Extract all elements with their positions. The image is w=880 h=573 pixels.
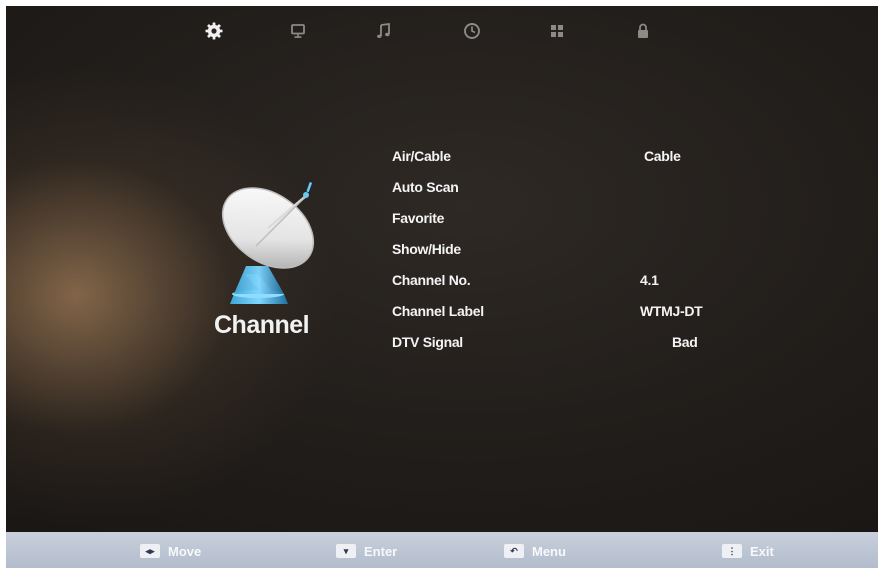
category-title: Channel <box>214 311 310 339</box>
hint-menu: ↶ Menu <box>504 542 566 560</box>
hint-menu-label: Menu <box>532 543 566 559</box>
menu-item-dtv-signal[interactable]: DTV Signal Bad <box>392 334 812 365</box>
monitor-icon <box>291 24 305 38</box>
clock-icon <box>464 23 480 39</box>
hint-move-label: Move <box>168 543 202 559</box>
gear-icon <box>205 22 223 40</box>
tab-lock-icon[interactable] <box>632 20 654 42</box>
exit-key-icon: ⋮ <box>722 544 742 558</box>
menu-item-label: Channel Label <box>392 303 484 319</box>
tab-setup-gear-icon[interactable] <box>203 20 225 42</box>
music-note-icon <box>377 22 390 38</box>
category-tab-bar <box>6 6 878 62</box>
move-key-icon: ◂▸ <box>140 544 160 558</box>
lock-icon <box>638 23 648 38</box>
menu-item-show-hide[interactable]: Show/Hide <box>392 241 812 272</box>
tab-options-grid-icon[interactable] <box>546 20 568 42</box>
tab-picture-monitor-icon[interactable] <box>287 20 309 42</box>
hint-enter: ▾ Enter <box>336 542 397 560</box>
menu-item-favorite[interactable]: Favorite <box>392 210 812 241</box>
hint-exit: ⋮ Exit <box>722 542 774 560</box>
menu-item-value: 4.1 <box>640 272 659 288</box>
menu-item-label: Auto Scan <box>392 179 459 195</box>
menu-item-channel-no[interactable]: Channel No. 4.1 <box>392 272 812 303</box>
menu-item-value: Cable <box>644 148 681 164</box>
channel-settings-menu: Air/Cable Cable Auto Scan Favorite Show/… <box>392 148 812 365</box>
menu-key-icon: ↶ <box>504 544 524 558</box>
grid-icon <box>551 25 563 37</box>
enter-key-icon: ▾ <box>336 544 356 558</box>
menu-item-channel-label[interactable]: Channel Label WTMJ-DT <box>392 303 812 334</box>
menu-item-value: Bad <box>672 334 698 350</box>
menu-item-label: DTV Signal <box>392 334 463 350</box>
hint-exit-label: Exit <box>750 543 774 559</box>
menu-item-value: WTMJ-DT <box>640 303 703 319</box>
tab-sound-music-note-icon[interactable] <box>373 20 395 42</box>
menu-item-label: Favorite <box>392 210 445 226</box>
key-hint-bar: ◂▸ Move ▾ Enter ↶ Menu ⋮ Exit <box>6 532 878 568</box>
hint-move: ◂▸ Move <box>140 542 201 560</box>
menu-item-air-cable[interactable]: Air/Cable Cable <box>392 148 812 179</box>
tv-osd-screen: Channel Air/Cable Cable Auto Scan Favori… <box>6 6 878 568</box>
menu-item-label: Air/Cable <box>392 148 451 164</box>
menu-item-label: Channel No. <box>392 272 471 288</box>
menu-item-auto-scan[interactable]: Auto Scan <box>392 179 812 210</box>
tab-time-clock-icon[interactable] <box>461 20 483 42</box>
hint-enter-label: Enter <box>364 543 398 559</box>
menu-item-label: Show/Hide <box>392 241 461 257</box>
